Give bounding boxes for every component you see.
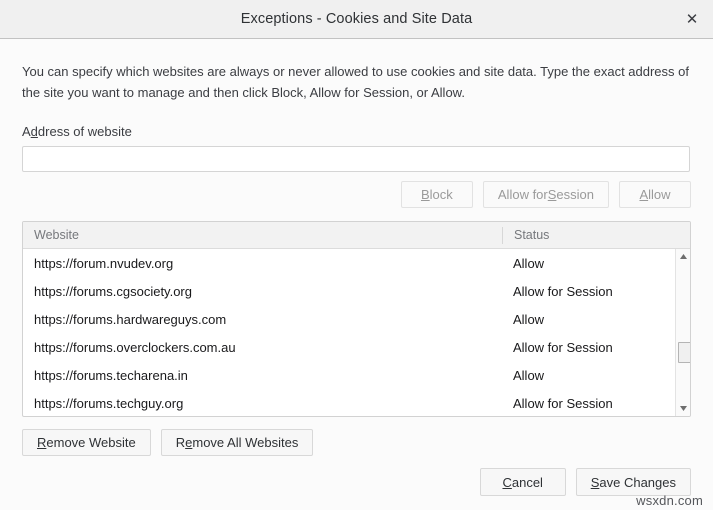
dialog-titlebar: Exceptions - Cookies and Site Data ✕ (0, 0, 713, 39)
save-changes-button-accesskey: S (590, 474, 600, 490)
description-text: You can specify which websites are alway… (22, 64, 689, 100)
address-label-pre: A (22, 124, 31, 139)
cell-status: Allow for Session (513, 339, 613, 355)
cell-website: https://forum.nvudev.org (34, 255, 174, 271)
cell-website: https://forums.hardwareguys.com (34, 311, 227, 327)
remove-all-websites-button-pre: R (175, 435, 186, 450)
block-button-post: lock (429, 187, 453, 202)
table-row[interactable]: https://forums.techguy.org Allow for Ses… (23, 389, 675, 416)
allow-button-post: llow (648, 187, 671, 202)
close-icon[interactable]: ✕ (679, 6, 705, 32)
scrollbar-thumb[interactable] (678, 342, 690, 363)
block-button-accesskey: B (420, 187, 430, 202)
list-rows: https://forum.nvudev.org Allow https://f… (23, 249, 675, 416)
cell-status: Allow for Session (513, 395, 613, 411)
cancel-button-accesskey: C (502, 474, 512, 490)
allow-button-accesskey: A (639, 187, 649, 202)
remove-all-websites-button-post: move All Websites (192, 435, 299, 450)
list-body: https://forum.nvudev.org Allow https://f… (23, 249, 690, 416)
cancel-button[interactable]: Cancel (479, 468, 566, 496)
table-row[interactable]: https://forums.techarena.in Allow (23, 361, 675, 389)
allow-button[interactable]: Allow (619, 181, 691, 208)
cell-website: https://forums.techguy.org (34, 395, 184, 411)
cell-status: Allow for Session (513, 283, 613, 299)
address-input[interactable] (22, 146, 690, 172)
permission-action-buttons: Block Allow for Session Allow (22, 181, 691, 208)
table-row[interactable]: https://forums.cgsociety.org Allow for S… (23, 277, 675, 305)
allow-for-session-button-post: ession (556, 187, 594, 202)
allow-for-session-button[interactable]: Allow for Session (482, 181, 609, 208)
cell-website: https://forums.cgsociety.org (34, 283, 192, 299)
table-row[interactable]: https://forums.overclockers.com.au Allow… (23, 333, 675, 361)
remove-website-button-accesskey: R (37, 435, 47, 450)
scroll-up-arrow-icon[interactable] (676, 249, 691, 264)
address-label-post: dress of website (37, 124, 132, 139)
save-changes-button[interactable]: Save Changes (575, 468, 691, 496)
cell-status: Allow (513, 255, 545, 271)
dialog-footer: Cancel Save Changes (479, 468, 691, 496)
allow-for-session-button-accesskey: S (547, 187, 557, 202)
address-label: Address of website (22, 124, 691, 139)
address-label-accesskey: d (30, 124, 38, 139)
dialog-title: Exceptions - Cookies and Site Data (240, 11, 473, 27)
dialog-content: You can specify which websites are alway… (0, 39, 713, 510)
list-scrollbar[interactable] (675, 249, 690, 416)
cell-status: Allow (513, 311, 545, 327)
remove-all-websites-button[interactable]: Re move All Websites (160, 429, 314, 456)
save-changes-button-post: ave Changes (599, 474, 676, 490)
table-row[interactable]: https://forums.hardwareguys.com Allow (23, 305, 675, 333)
table-row[interactable]: https://forum.nvudev.org Allow (23, 249, 675, 277)
column-header-status[interactable]: Status (502, 226, 690, 244)
column-header-website[interactable]: Website (23, 228, 502, 242)
cancel-button-post: ancel (511, 474, 543, 490)
scroll-down-arrow-icon[interactable] (676, 401, 691, 416)
scrollbar-track[interactable] (676, 264, 690, 401)
remove-website-button[interactable]: Remove Website (22, 429, 151, 456)
remove-all-websites-button-accesskey: e (185, 435, 193, 450)
exceptions-dialog: Exceptions - Cookies and Site Data ✕ You… (0, 0, 713, 510)
remove-buttons: Remove Website Re move All Websites (22, 429, 691, 456)
allow-for-session-button-pre: Allow for (497, 187, 548, 202)
cell-website: https://forums.techarena.in (34, 367, 188, 383)
remove-website-button-post: emove Website (46, 435, 136, 450)
exceptions-list: Website Status https://forum.nvudev.org … (22, 221, 691, 417)
cell-status: Allow (513, 367, 545, 383)
list-header: Website Status (23, 222, 690, 249)
block-button[interactable]: Block (400, 181, 473, 208)
cell-website: https://forums.overclockers.com.au (34, 339, 236, 355)
